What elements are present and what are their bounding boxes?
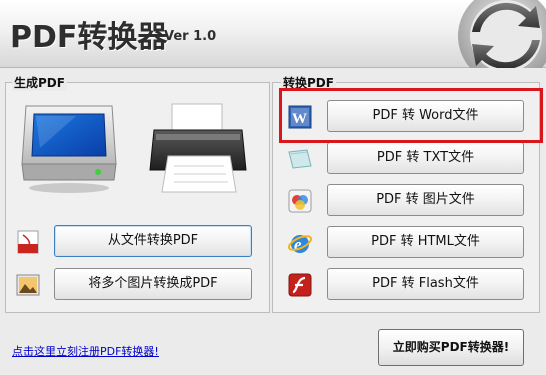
printer-icon (149, 103, 247, 193)
pdf-to-txt-button[interactable]: PDF 转 TXT文件 (327, 142, 524, 174)
monitor-icon (21, 105, 117, 193)
pdf-to-image-button[interactable]: PDF 转 图片文件 (327, 184, 524, 216)
app-version: Ver 1.0 (164, 29, 217, 44)
refresh-logo-icon (446, 0, 546, 68)
pdf-file-icon (17, 230, 39, 254)
ie-icon: e (287, 235, 313, 254)
convert-file-to-pdf-button[interactable]: 从文件转换PDF (54, 225, 252, 257)
pdf-converter-window: PDF转换器 Ver 1.0 生成PDF 从文件转换PDF 将多个图片转换成PD… (0, 0, 546, 375)
pdf-to-flash-button[interactable]: PDF 转 Flash文件 (327, 268, 524, 300)
register-link[interactable]: 点击这里立刻注册PDF转换器! (12, 343, 159, 359)
txt-icon (288, 149, 312, 169)
pdf-to-html-button[interactable]: PDF 转 HTML文件 (327, 226, 524, 258)
image-icon (288, 189, 312, 213)
app-title: PDF转换器 (10, 20, 168, 55)
generate-pdf-panel-title: 生成PDF (12, 74, 67, 91)
images-to-pdf-button[interactable]: 将多个图片转换成PDF (54, 268, 252, 300)
buy-button[interactable]: 立即购买PDF转换器! (378, 329, 524, 366)
word-option-highlight (279, 88, 543, 143)
picture-icon (16, 274, 40, 296)
app-header: PDF转换器 Ver 1.0 (0, 0, 546, 68)
flash-icon (288, 273, 312, 297)
